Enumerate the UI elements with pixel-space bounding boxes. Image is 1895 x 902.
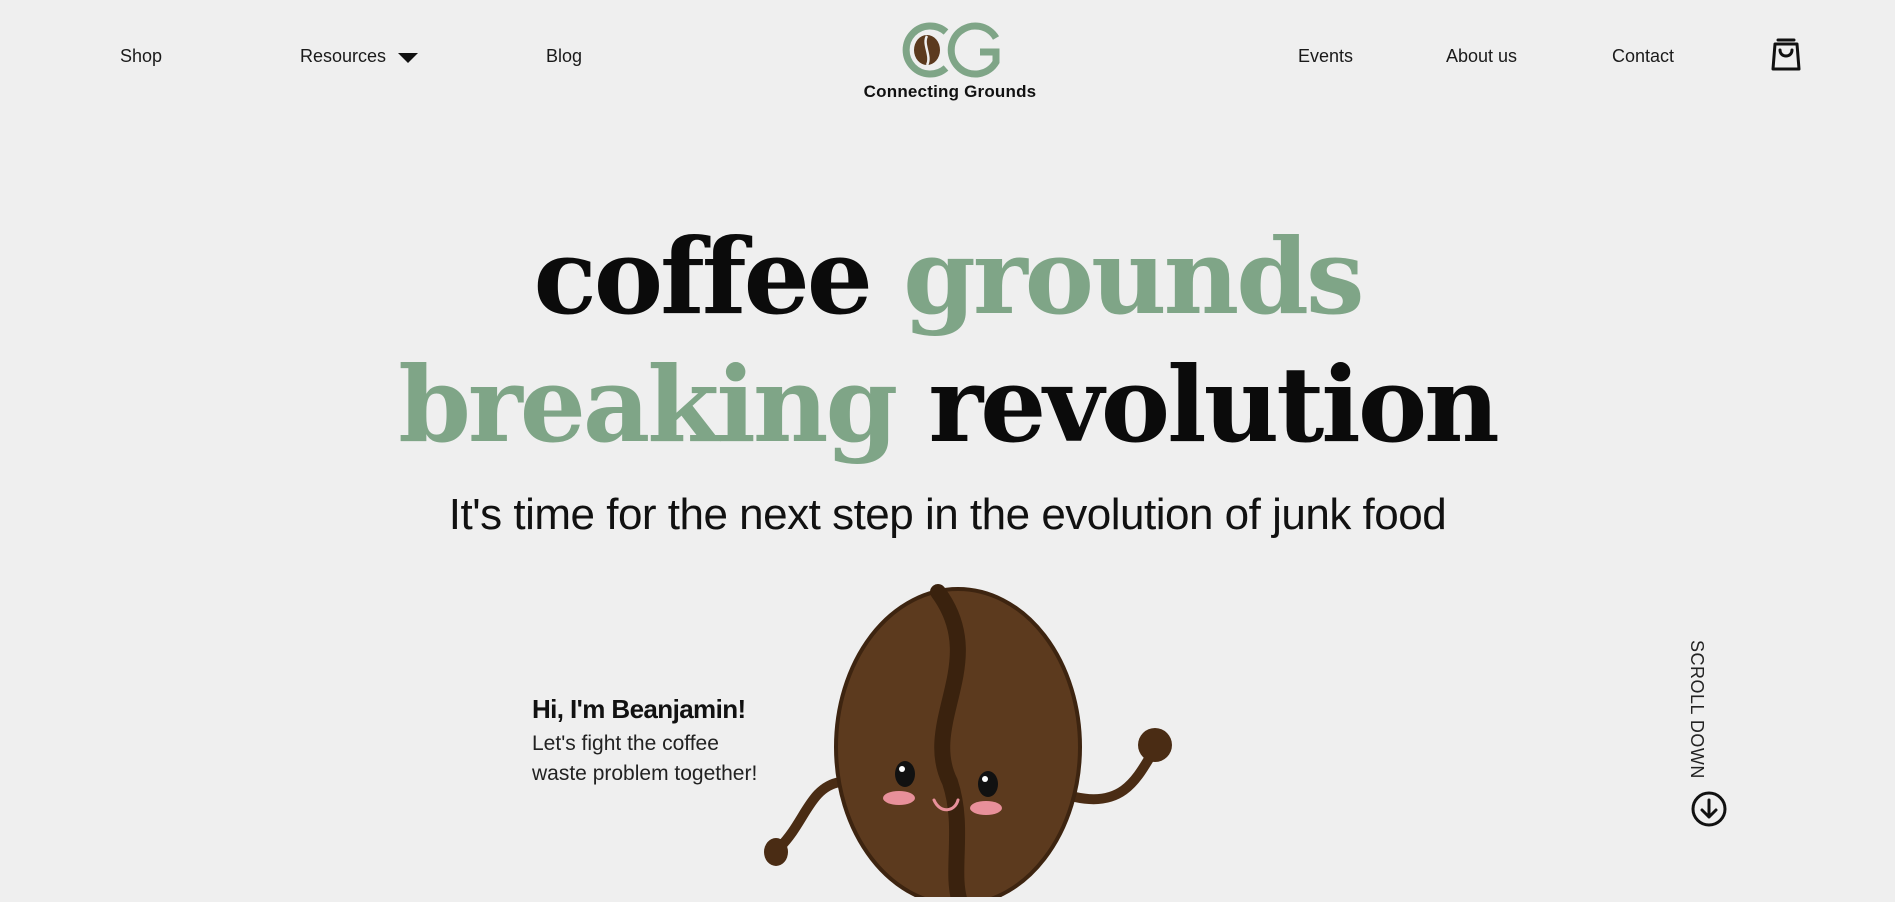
hero-word-revolution: revolution (928, 343, 1499, 466)
hero-word-breaking: breaking (398, 343, 898, 466)
shopping-bag-icon[interactable] (1770, 36, 1802, 72)
mascot-title: Hi, I'm Beanjamin! (532, 694, 746, 724)
hero-headline-line-2: breaking revolution (0, 350, 1895, 460)
hero-subtitle: It's time for the next step in the evolu… (448, 490, 1447, 539)
brand-logo[interactable]: Connecting Grounds (860, 22, 1040, 108)
nav-events[interactable]: Events (1298, 46, 1353, 67)
brand-name: Connecting Grounds (863, 82, 1037, 101)
nav-about-us[interactable]: About us (1446, 46, 1517, 67)
caret-down-icon (398, 52, 419, 63)
nav-blog[interactable]: Blog (546, 46, 582, 67)
logo-mark (902, 22, 1000, 78)
nav-resources[interactable]: Resources (300, 46, 419, 67)
arrow-down-circle-icon (1691, 791, 1727, 827)
hero-word-coffee: coffee (533, 215, 873, 338)
scroll-down-label: SCROLL DOWN (1687, 640, 1707, 779)
nav-contact[interactable]: Contact (1612, 46, 1674, 67)
scroll-down[interactable]: SCROLL DOWN (1682, 640, 1732, 830)
hero-word-grounds: grounds (903, 215, 1364, 338)
mascot-beanjamin (750, 582, 1190, 902)
hero-headline-line-1: coffee grounds (0, 222, 1895, 332)
nav-shop[interactable]: Shop (120, 46, 162, 67)
mascot-greeting: Hi, I'm Beanjamin! Let's fight the coffe… (532, 694, 772, 789)
nav-resources-label: Resources (300, 46, 387, 66)
mascot-text: Let's fight the coffee waste problem tog… (532, 732, 758, 785)
